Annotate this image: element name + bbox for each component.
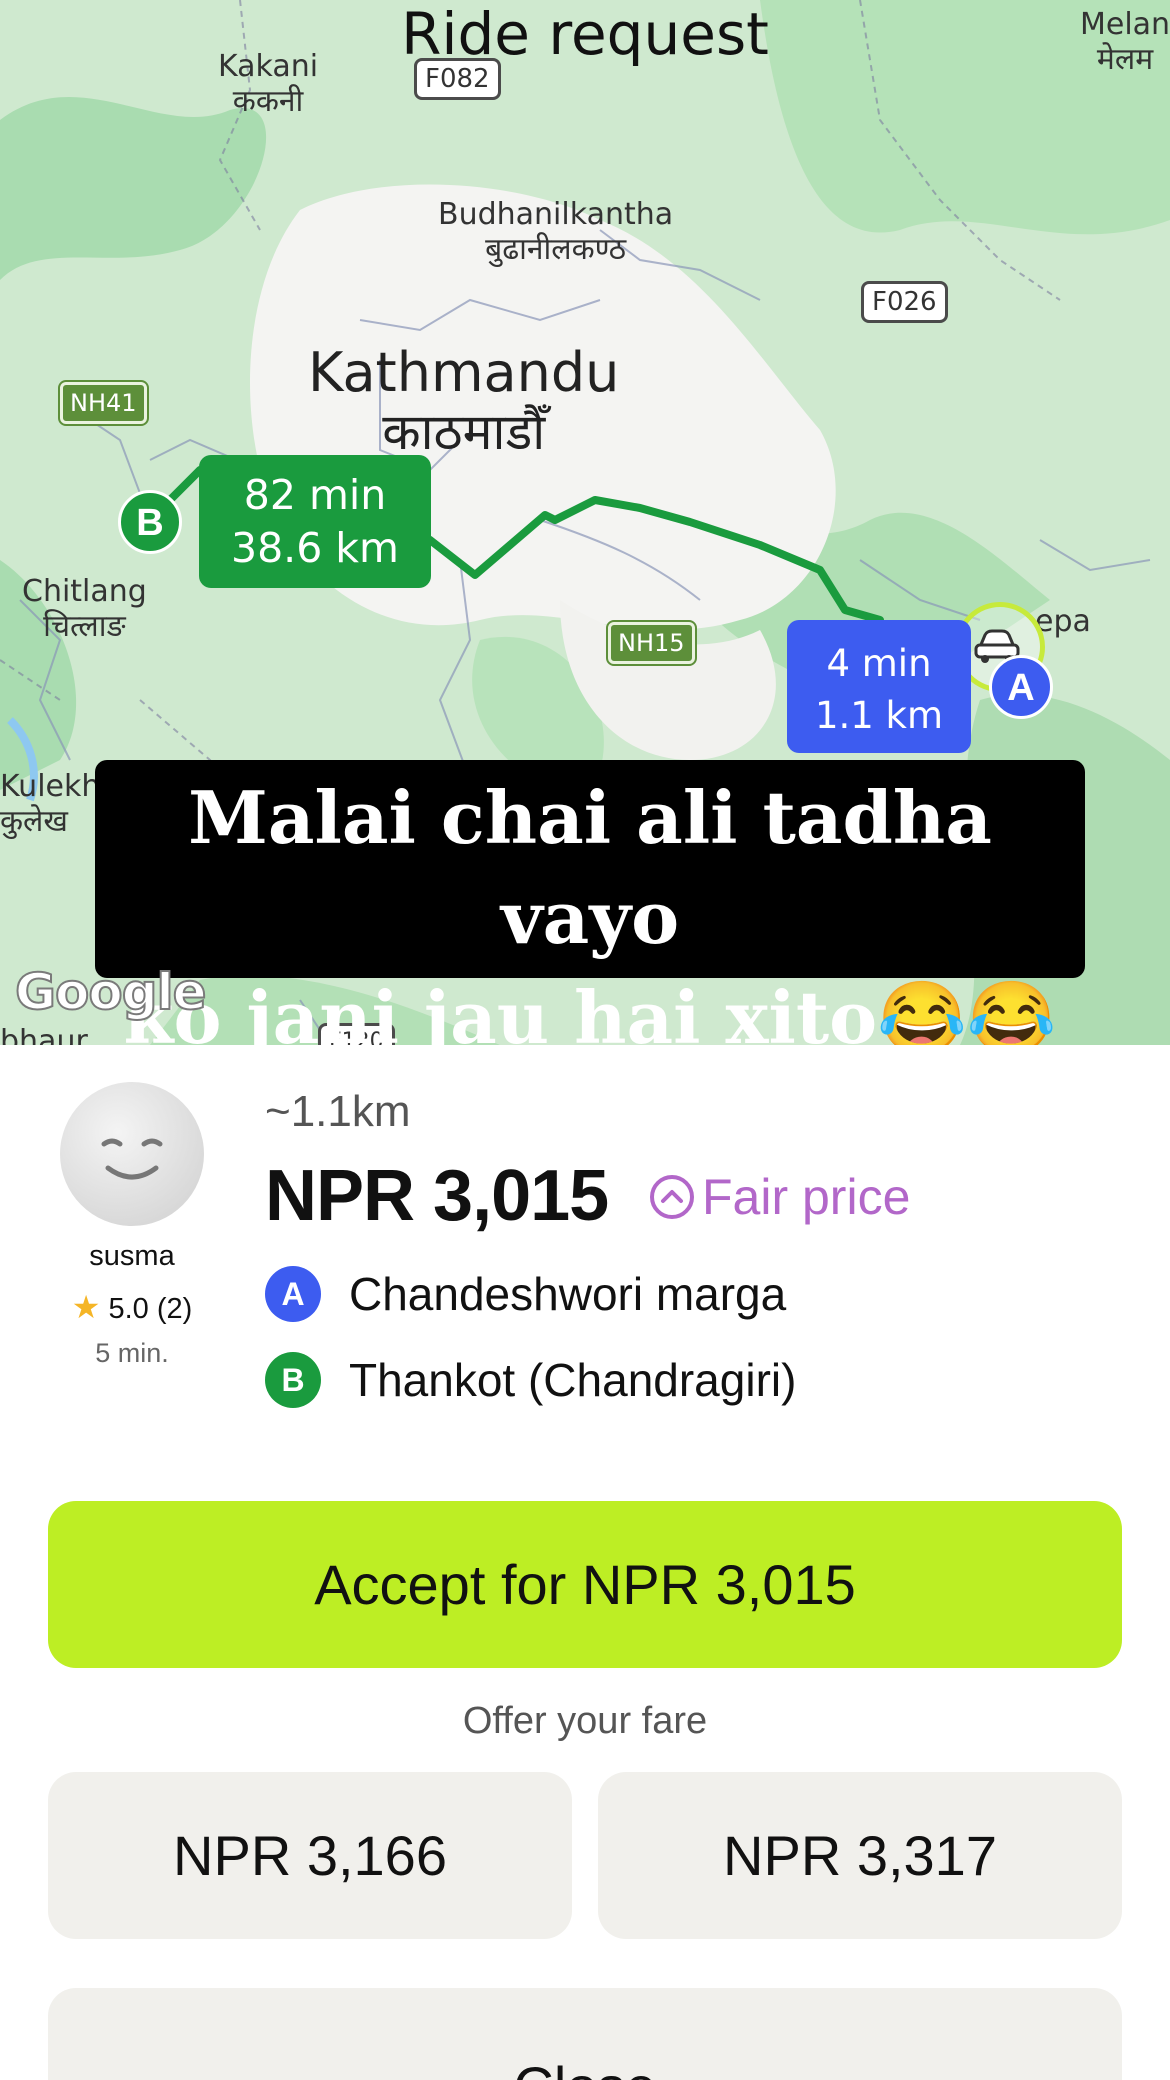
- accept-button[interactable]: Accept for NPR 3,015: [48, 1501, 1122, 1668]
- avatar[interactable]: [60, 1082, 204, 1226]
- caption-line-2: ko jani jau hai xito😂😂: [123, 975, 1057, 1045]
- fair-price-badge[interactable]: Fair price: [648, 1168, 910, 1226]
- map-label-kulekh: Kulekh कुलेख: [0, 769, 101, 839]
- map-label-budhanilkantha: Budhanilkantha बुढानीलकण्ठ: [438, 197, 674, 267]
- dropoff-address-row: B Thankot (Chandragiri): [265, 1352, 796, 1408]
- map-label-chitlang: Chitlang चित्लाङ: [22, 574, 147, 644]
- avatar-face-icon: [101, 1138, 163, 1180]
- map-label-melam: Melan मेलम: [1080, 7, 1170, 77]
- trip-eta-badge: 82 min 38.6 km: [199, 455, 431, 588]
- rider-name: susma: [89, 1240, 175, 1272]
- rider-rating-value: 5.0 (2): [108, 1293, 193, 1325]
- pickup-eta-time: 4 min: [826, 642, 932, 685]
- offer-fare-label: Offer your fare: [462, 1700, 708, 1742]
- dropoff-pin: B: [118, 490, 182, 554]
- pickup-marker: A: [265, 1266, 321, 1322]
- page-title: Ride request: [401, 0, 769, 68]
- road-shield-f026: F026: [861, 281, 948, 323]
- road-shield-nh15: NH15: [606, 620, 697, 666]
- pickup-eta-distance: 1.1 km: [814, 693, 944, 737]
- caption-line-1: Malai chai ali tadha vayo: [188, 775, 992, 960]
- pickup-address-row: A Chandeshwori marga: [265, 1266, 786, 1322]
- close-button[interactable]: Close: [48, 1988, 1122, 2080]
- road-shield-nh41: NH41: [58, 380, 149, 426]
- fare-option-button[interactable]: NPR 3,166: [48, 1772, 572, 1939]
- rider-eta: 5 min.: [95, 1338, 169, 1368]
- map-label-bhaur: bhaur: [0, 1024, 88, 1045]
- road-shield-f082: F082: [414, 58, 501, 100]
- map-label-kathmandu: Kathmandu काठमाडौँ: [308, 341, 620, 462]
- dropoff-address: Thankot (Chandragiri): [349, 1354, 797, 1406]
- map-view[interactable]: Ride request Kakani ककनी F082 Melan मेलम…: [0, 0, 1170, 1045]
- star-icon: ★: [71, 1289, 101, 1325]
- ride-request-sheet: susma ★ 5.0 (2) 5 min. ~1.1km NPR 3,015 …: [0, 1045, 1170, 2080]
- pickup-pin: A: [989, 655, 1053, 719]
- fair-price-label: Fair price: [702, 1169, 911, 1225]
- trip-distance: ~1.1km: [265, 1087, 411, 1136]
- trip-eta-distance: 38.6 km: [230, 524, 399, 573]
- chevron-up-circle-icon: [650, 1175, 694, 1219]
- rider-caption-overlay: Malai chai ali tadha vayo ko jani jau ha…: [95, 760, 1085, 1045]
- pickup-address: Chandeshwori marga: [349, 1268, 787, 1320]
- map-label-kakani: Kakani ककनी: [218, 49, 319, 119]
- pickup-eta-badge: 4 min 1.1 km: [787, 620, 971, 753]
- google-logo: Google: [14, 962, 208, 1022]
- dropoff-marker: B: [265, 1352, 321, 1408]
- rider-rating: ★ 5.0 (2): [40, 1288, 224, 1326]
- trip-eta-time: 82 min: [243, 471, 387, 519]
- fare-option-button[interactable]: NPR 3,317: [598, 1772, 1122, 1939]
- offered-price: NPR 3,015: [265, 1156, 609, 1236]
